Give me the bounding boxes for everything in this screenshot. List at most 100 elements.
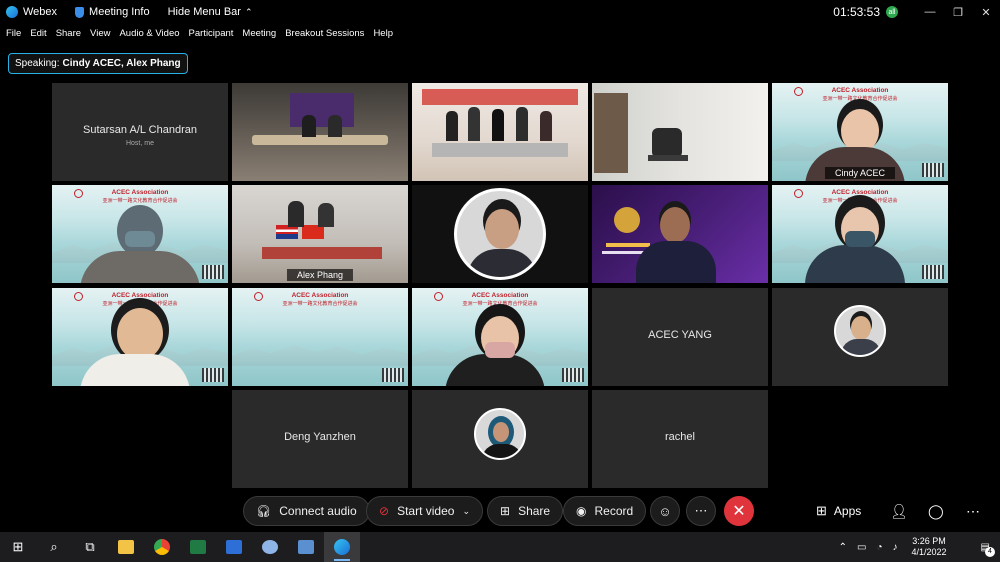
taskbar-excel[interactable] (180, 532, 216, 562)
task-view-button[interactable]: ⧉ (72, 532, 108, 562)
more-panels-button[interactable]: ⋯ (966, 496, 980, 526)
speaking-indicator: Speaking: Cindy ACEC, Alex Phang (8, 53, 188, 74)
app-name: Webex (23, 6, 58, 18)
video-tile-avatar-hijab[interactable] (412, 390, 588, 488)
video-tile-rachel[interactable]: rachel (592, 390, 768, 488)
record-icon: ◉ (576, 504, 587, 518)
windows-start-button[interactable]: ⊞ (0, 532, 36, 562)
app-title: Webex (6, 6, 57, 18)
participants-icon: 👤︎ (890, 502, 908, 519)
clock-date[interactable]: 3:26 PM 4/1/2022 (912, 536, 947, 558)
china-flag-image (302, 225, 324, 239)
meeting-info-label: Meeting Info (89, 6, 150, 18)
close-icon[interactable]: ✕ (972, 6, 1000, 19)
leave-meeting-button[interactable]: ✕ (724, 496, 754, 526)
connect-audio-button[interactable]: 🎧︎ Connect audio (243, 496, 370, 526)
qr-code-icon (382, 368, 404, 382)
video-tile-conference-room[interactable] (232, 83, 408, 181)
qr-code-icon (922, 163, 944, 177)
search-button[interactable]: ⌕ (36, 532, 72, 562)
apps-icon: ⊞ (816, 503, 827, 518)
video-tile-acec-participant-2[interactable]: ACEC Association 亚洲一带一路文化教育合作促进会 (772, 185, 948, 283)
menu-share[interactable]: Share (56, 28, 81, 39)
monitor-icon (298, 540, 314, 554)
table-image (252, 135, 388, 145)
avatar (474, 408, 526, 460)
meeting-timer: 01:53:53 (833, 5, 880, 19)
banner-title: ACEC Association (831, 189, 889, 196)
video-tile-acec-yang[interactable]: ACEC YANG (592, 288, 768, 386)
video-tile-cindy[interactable]: ACEC Association 亚洲一带一路文化教育合作促进会 Cindy A… (772, 83, 948, 181)
more-icon: ⋯ (694, 503, 708, 518)
taskbar-remote-desktop[interactable] (288, 532, 324, 562)
battery-icon[interactable]: ▭ (857, 542, 866, 553)
hide-menu-bar-button[interactable]: Hide Menu Bar ⌃ (168, 6, 253, 18)
participant-role: Host, me (125, 140, 154, 147)
video-tile-acec-participant-1[interactable]: ACEC Association 亚洲一带一路文化教育合作促进会 (52, 185, 228, 283)
taskbar-file-explorer[interactable] (108, 532, 144, 562)
windows-icon: ⊞ (12, 539, 24, 554)
reactions-button[interactable]: ☺ (650, 496, 680, 526)
restore-icon[interactable]: ❐ (944, 6, 972, 19)
notifications-button[interactable]: ▤ 4 (971, 542, 995, 557)
video-tile-avatar-man[interactable] (412, 185, 588, 283)
qr-code-icon (922, 265, 944, 279)
menu-help[interactable]: Help (373, 28, 393, 39)
chat-button[interactable]: ◯ (928, 496, 944, 526)
participant-video (592, 185, 768, 283)
chevron-up-icon[interactable]: ⌃ (839, 542, 847, 553)
video-tile-avatar-glasses[interactable] (772, 288, 948, 386)
video-tile-deng[interactable]: Deng Yanzhen (232, 390, 408, 488)
video-tile-acec-participant-3[interactable]: ACEC Association 亚洲一带一路文化教育合作促进会 (52, 288, 228, 386)
video-tile-acec-participant-4[interactable]: ACEC Association 亚洲一带一路文化教育合作促进会 (412, 288, 588, 386)
taskbar-webex[interactable] (324, 532, 360, 562)
taskbar-time: 3:26 PM (912, 536, 946, 546)
video-tile-group-photo[interactable] (412, 83, 588, 181)
menu-bar: File Edit Share View Audio & Video Parti… (0, 25, 395, 41)
participants-button[interactable]: 👤︎ (890, 496, 908, 526)
chevron-up-icon: ⌃ (244, 6, 253, 17)
participant-video (445, 308, 555, 386)
room-video (592, 83, 768, 181)
participant-name: Alex Phang (286, 269, 354, 281)
share-button[interactable]: ⊞ Share (487, 496, 564, 526)
menu-meeting[interactable]: Meeting (242, 28, 276, 39)
video-tile-acec-banner[interactable]: ACEC Association 亚洲一带一路文化教育合作促进会 (232, 288, 408, 386)
wifi-icon[interactable]: ◔ (876, 542, 882, 553)
chevron-down-icon[interactable]: ⌄ (462, 506, 470, 517)
volume-icon[interactable]: ♪ (893, 542, 898, 553)
system-tray: ⌃ ▭ ◔ ♪ 3:26 PM 4/1/2022 ▤ 4 (829, 532, 1000, 562)
menu-file[interactable]: File (6, 28, 21, 39)
participant-video (80, 201, 200, 283)
notification-count-badge: 4 (985, 546, 995, 557)
menu-view[interactable]: View (90, 28, 110, 39)
room-video (412, 83, 588, 181)
apps-button[interactable]: ⊞ Apps (816, 496, 861, 526)
record-button[interactable]: ◉ Record (563, 496, 647, 526)
video-tile-we-lead[interactable] (592, 185, 768, 283)
taskbar-chrome[interactable] (144, 532, 180, 562)
qr-code-icon (202, 265, 224, 279)
more-options-button[interactable]: ⋯ (686, 496, 716, 526)
menu-breakout-sessions[interactable]: Breakout Sessions (285, 28, 364, 39)
start-video-label: Start video (397, 504, 455, 518)
banner-title: ACEC Association (471, 292, 529, 299)
video-tile-office[interactable] (592, 83, 768, 181)
malaysia-flag-image (276, 225, 298, 239)
minimize-icon[interactable]: — (916, 6, 944, 18)
meeting-info-button[interactable]: Meeting Info (75, 6, 150, 18)
taskbar-date: 4/1/2022 (911, 547, 947, 557)
participant-name: ACEC YANG (648, 329, 712, 341)
menu-audio-video[interactable]: Audio & Video (119, 28, 179, 39)
start-video-button[interactable]: ⊘ Start video ⌄ (366, 496, 483, 526)
qr-code-icon (562, 368, 584, 382)
taskbar-media-player[interactable] (216, 532, 252, 562)
taskbar-paint[interactable] (252, 532, 288, 562)
menu-edit[interactable]: Edit (30, 28, 46, 39)
video-off-icon: ⊘ (379, 504, 390, 518)
smiley-icon: ☺ (658, 503, 672, 519)
menu-participant[interactable]: Participant (189, 28, 234, 39)
video-tile-alex[interactable]: Alex Phang (232, 185, 408, 283)
video-tile-host[interactable]: Sutarsan A/L Chandran Host, me (52, 83, 228, 181)
participant-name: Sutarsan A/L Chandran (83, 124, 197, 136)
